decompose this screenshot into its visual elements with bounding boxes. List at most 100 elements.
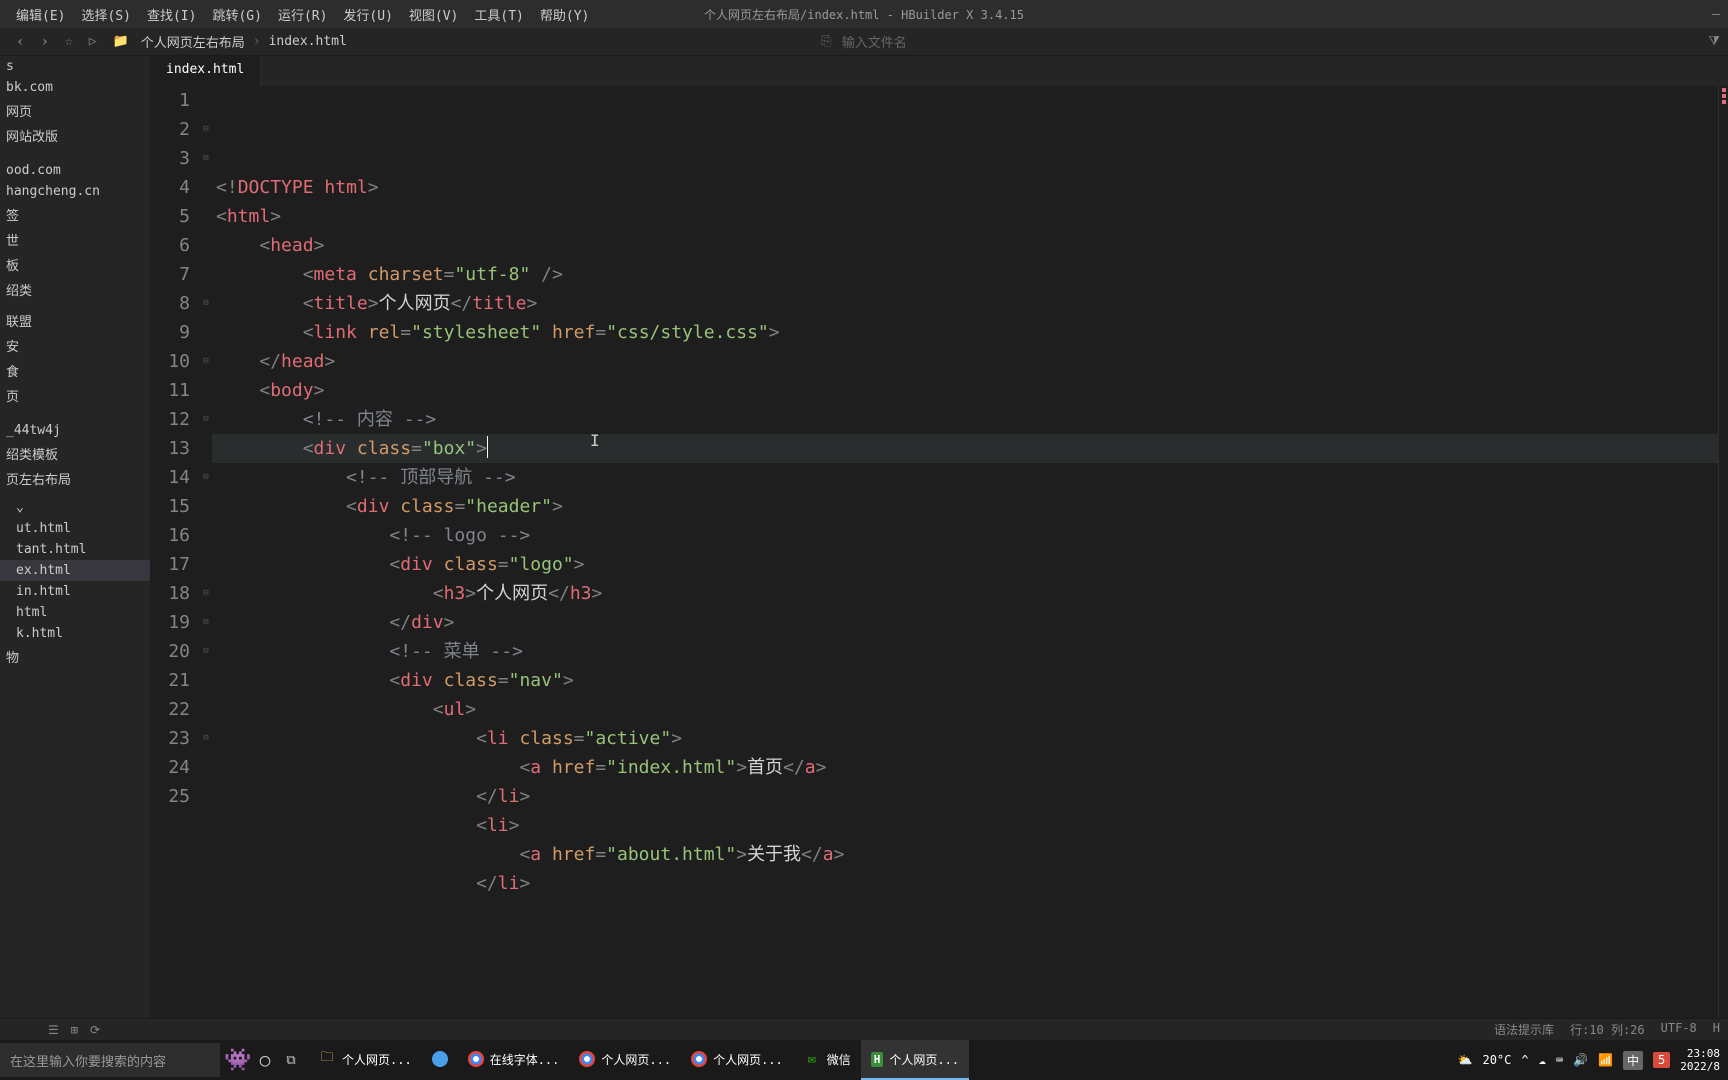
sidebar-item[interactable]: s: [0, 56, 150, 77]
minimize-button[interactable]: —: [1712, 7, 1720, 22]
menu-goto[interactable]: 跳转(G): [204, 5, 269, 24]
sidebar-item[interactable]: ex.html: [0, 560, 150, 581]
sidebar-item[interactable]: in.html: [0, 581, 150, 602]
code-area[interactable]: 1234567891011121314151617181920212223242…: [150, 86, 1728, 1018]
taskbar-item-chrome-3[interactable]: 个人网页...: [681, 1040, 793, 1080]
code-line[interactable]: <!-- 内容 -->: [212, 405, 1718, 434]
code-line[interactable]: <a href="index.html">首页</a>: [212, 753, 1718, 782]
code-line[interactable]: </div>: [212, 608, 1718, 637]
cortana-icon[interactable]: ○: [256, 1051, 274, 1069]
taskbar-item-wechat[interactable]: ✉ 微信: [793, 1040, 861, 1080]
file-search[interactable]: ⎘ 输入文件名: [821, 32, 906, 51]
sidebar-item[interactable]: 物: [0, 644, 150, 669]
code-line[interactable]: <title>个人网页</title>: [212, 289, 1718, 318]
code-line[interactable]: <!-- 菜单 -->: [212, 637, 1718, 666]
breadcrumb-root[interactable]: 个人网页左右布局: [137, 32, 249, 51]
code-line[interactable]: <h3>个人网页</h3>: [212, 579, 1718, 608]
sidebar-item[interactable]: 页: [0, 383, 150, 408]
code-line[interactable]: <link rel="stylesheet" href="css/style.c…: [212, 318, 1718, 347]
folder-icon[interactable]: 📁: [105, 34, 137, 49]
run-icon[interactable]: ▷: [81, 34, 105, 49]
menu-edit[interactable]: 编辑(E): [8, 5, 73, 24]
code-line[interactable]: </li>: [212, 869, 1718, 898]
menu-find[interactable]: 查找(I): [139, 5, 204, 24]
code-line[interactable]: <!DOCTYPE html>: [212, 173, 1718, 202]
menu-tools[interactable]: 工具(T): [466, 5, 531, 24]
taskbar-avatar-icon[interactable]: 👾: [228, 1050, 248, 1070]
code-line[interactable]: </head>: [212, 347, 1718, 376]
code-line[interactable]: <!-- 顶部导航 -->: [212, 463, 1718, 492]
sidebar-item[interactable]: 世: [0, 227, 150, 252]
favorite-icon[interactable]: ☆: [57, 34, 81, 49]
tray-chevron-icon[interactable]: ^: [1521, 1053, 1528, 1067]
code-line[interactable]: <div class="box">: [212, 434, 1718, 463]
code-content[interactable]: I <!DOCTYPE html><html> <head> <meta cha…: [212, 86, 1718, 1018]
menu-view[interactable]: 视图(V): [401, 5, 466, 24]
language-indicator[interactable]: H: [1713, 1021, 1720, 1038]
sidebar-item[interactable]: tant.html: [0, 539, 150, 560]
sidebar-item[interactable]: ut.html: [0, 518, 150, 539]
sidebar-item[interactable]: ood.com: [0, 160, 150, 181]
nav-back-button[interactable]: ‹: [8, 34, 32, 50]
tray-cloud-icon[interactable]: ☁: [1539, 1053, 1546, 1067]
code-line[interactable]: <div class="logo">: [212, 550, 1718, 579]
taskbar-item-hbuilder[interactable]: H 个人网页...: [861, 1040, 969, 1080]
taskbar-item-chrome-2[interactable]: 个人网页...: [569, 1040, 681, 1080]
status-icon-grid[interactable]: ⊞: [71, 1023, 78, 1037]
sidebar-item[interactable]: k.html: [0, 623, 150, 644]
code-line[interactable]: <body>: [212, 376, 1718, 405]
sidebar-item[interactable]: 签: [0, 202, 150, 227]
code-line[interactable]: <meta charset="utf-8" />: [212, 260, 1718, 289]
menu-help[interactable]: 帮助(Y): [532, 5, 597, 24]
sidebar-item[interactable]: hangcheng.cn: [0, 181, 150, 202]
ime-indicator-2[interactable]: 5: [1653, 1052, 1670, 1068]
sidebar-item[interactable]: 食: [0, 358, 150, 383]
encoding-indicator[interactable]: UTF-8: [1661, 1021, 1697, 1038]
nav-forward-button[interactable]: ›: [32, 34, 56, 50]
sidebar-item[interactable]: 绍类模板: [0, 441, 150, 466]
code-line[interactable]: <ul>: [212, 695, 1718, 724]
status-icon-list[interactable]: ☰: [48, 1023, 59, 1037]
code-line[interactable]: <a href="about.html">关于我</a>: [212, 840, 1718, 869]
weather-icon[interactable]: ⛅: [1458, 1053, 1473, 1067]
status-icon-sync[interactable]: ⟳: [90, 1023, 100, 1037]
ime-indicator[interactable]: 中: [1623, 1051, 1643, 1070]
taskbar-item-chrome-1[interactable]: 在线字体...: [458, 1040, 570, 1080]
sidebar-item[interactable]: bk.com: [0, 77, 150, 98]
sidebar-item[interactable]: 绍类: [0, 277, 150, 302]
code-line[interactable]: <div class="nav">: [212, 666, 1718, 695]
code-line[interactable]: <li>: [212, 811, 1718, 840]
menu-select[interactable]: 选择(S): [73, 5, 138, 24]
sidebar-item[interactable]: 页左右布局: [0, 466, 150, 491]
filter-icon[interactable]: ⧩: [1708, 34, 1720, 49]
code-line[interactable]: <!-- logo -->: [212, 521, 1718, 550]
sidebar-item[interactable]: html: [0, 602, 150, 623]
weather-temp[interactable]: 20°C: [1482, 1053, 1511, 1067]
minimap[interactable]: [1718, 86, 1728, 1018]
code-line[interactable]: <head>: [212, 231, 1718, 260]
sidebar-item[interactable]: 安: [0, 333, 150, 358]
clock[interactable]: 23:08 2022/8: [1680, 1047, 1720, 1073]
code-line[interactable]: </li>: [212, 782, 1718, 811]
sidebar-item[interactable]: _44tw4j: [0, 420, 150, 441]
tray-volume-icon[interactable]: 🔊: [1573, 1053, 1588, 1067]
syntax-hint[interactable]: 语法提示库: [1494, 1021, 1554, 1038]
taskbar-item-app[interactable]: [422, 1040, 458, 1080]
tab-index-html[interactable]: index.html: [150, 56, 261, 86]
file-explorer[interactable]: sbk.com网页网站改版 ood.comhangcheng.cn签世板绍类联盟安…: [0, 56, 150, 1018]
sidebar-item[interactable]: 网站改版: [0, 123, 150, 148]
code-line[interactable]: <div class="header">: [212, 492, 1718, 521]
line-col-indicator[interactable]: 行:10 列:26: [1570, 1021, 1645, 1038]
sidebar-item[interactable]: 板: [0, 252, 150, 277]
taskbar-item-folder[interactable]: 🗀 个人网页...: [308, 1040, 422, 1080]
sidebar-item[interactable]: 联盟: [0, 308, 150, 333]
menu-run[interactable]: 运行(R): [270, 5, 335, 24]
taskbar-search[interactable]: 在这里输入你要搜索的内容: [0, 1043, 220, 1077]
fold-column[interactable]: ⊟⊟⊟⊟⊟⊟⊟⊟⊟⊟: [200, 86, 212, 1018]
tray-ime-icon[interactable]: ⌨: [1556, 1053, 1563, 1067]
sidebar-item[interactable]: 网页: [0, 98, 150, 123]
tray-network-icon[interactable]: 📶: [1598, 1053, 1613, 1067]
menu-publish[interactable]: 发行(U): [335, 5, 400, 24]
taskview-icon[interactable]: ⧉: [282, 1051, 300, 1069]
sidebar-item[interactable]: ⌄: [0, 497, 150, 518]
